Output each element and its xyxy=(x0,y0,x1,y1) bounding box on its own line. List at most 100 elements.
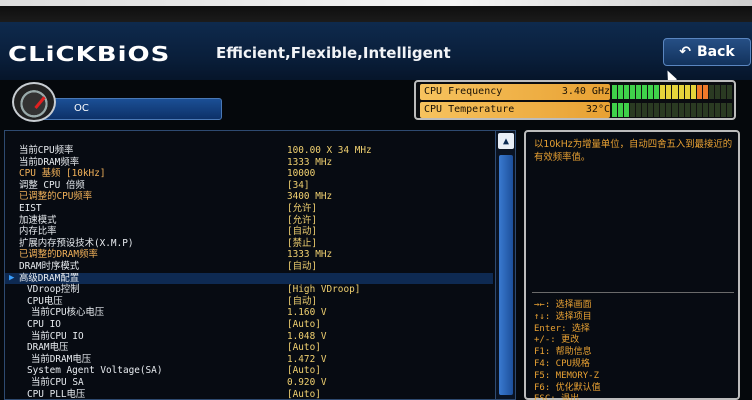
setting-row[interactable]: 已调整的DRAM频率 1333 MHz xyxy=(5,249,493,261)
setting-value: [34] xyxy=(287,179,310,191)
setting-row[interactable]: EIST [允许] xyxy=(5,203,493,215)
setting-name: 当前CPU频率 xyxy=(19,145,74,156)
setting-row[interactable]: 当前CPU IO 1.048 V xyxy=(5,331,493,343)
setting-row[interactable]: System Agent Voltage(SA) [Auto] xyxy=(5,365,493,377)
meter-segment xyxy=(720,85,726,99)
setting-value: [Auto] xyxy=(287,388,321,400)
setting-row[interactable]: 内存比率 [自动] xyxy=(5,226,493,238)
meter-segment xyxy=(678,85,684,99)
setting-row[interactable]: 当前DRAM电压 1.472 V xyxy=(5,354,493,366)
meter-segment xyxy=(666,103,672,117)
status-panel: CPU Frequency 3.40 GHz CPU Temperature 3… xyxy=(414,80,736,120)
key-hint: Enter: 选择 xyxy=(534,323,590,334)
setting-row[interactable]: 已调整的CPU频率 3400 MHz xyxy=(5,191,493,203)
setting-name: 当前CPU IO xyxy=(31,330,84,342)
meter-segment xyxy=(612,103,618,117)
key-hint: ESC: 退出 xyxy=(534,394,580,400)
setting-row[interactable]: DRAM时序模式 [自动] xyxy=(5,261,493,273)
setting-name: 扩展内存预设技术(X.M.P) xyxy=(19,237,134,249)
scrollbar[interactable]: ▲ xyxy=(495,131,515,399)
meter-segment xyxy=(660,85,666,99)
cpu-temperature-meter xyxy=(612,103,732,117)
setting-value: [Auto] xyxy=(287,342,321,354)
key-hint: F6: 优化默认值 xyxy=(534,382,601,393)
scrollbar-thumb[interactable] xyxy=(499,155,513,395)
setting-value: 1333 MHz xyxy=(287,249,333,261)
setting-name: 内存比率 xyxy=(19,226,57,238)
key-hint: F5: MEMORY-Z xyxy=(534,370,600,381)
setting-value: 1333 MHz xyxy=(287,156,333,168)
scroll-up-arrow-icon[interactable]: ▲ xyxy=(498,133,514,149)
setting-row[interactable]: 当前CPU频率 100.00 X 34 MHz xyxy=(5,145,493,157)
setting-value: [允许] xyxy=(287,214,318,226)
setting-value: 100.00 X 34 MHz xyxy=(287,145,372,156)
setting-name: DRAM时序模式 xyxy=(19,261,80,272)
meter-segment xyxy=(636,85,642,99)
setting-name: CPU电压 xyxy=(27,295,63,307)
setting-name: 调整 CPU 倍频 xyxy=(19,179,85,191)
meter-segment xyxy=(720,103,726,117)
tagline: Efficient,Flexible,Intelligent xyxy=(216,44,451,62)
setting-row[interactable]: 调整 CPU 倍频 [34] xyxy=(5,180,493,192)
meter-segment xyxy=(678,103,684,117)
setting-row[interactable]: 当前CPU核心电压 1.160 V xyxy=(5,307,493,319)
meter-segment xyxy=(714,103,720,117)
meter-segment xyxy=(672,85,678,99)
meter-segment xyxy=(654,103,660,117)
setting-value: [Auto] xyxy=(287,319,321,330)
setting-name: 当前DRAM电压 xyxy=(31,353,92,365)
setting-value: [自动] xyxy=(287,295,318,307)
meter-segment xyxy=(636,103,642,117)
setting-value: [High VDroop] xyxy=(287,284,361,296)
oc-menu-button[interactable]: OC xyxy=(4,82,222,124)
speedometer-icon xyxy=(12,82,56,122)
setting-value: [自动] xyxy=(287,261,318,272)
setting-name: 当前CPU核心电压 xyxy=(31,307,105,319)
meter-segment xyxy=(684,103,690,117)
setting-row[interactable]: CPU电压 [自动] xyxy=(5,296,493,308)
setting-name: CPU 基频 [10kHz] xyxy=(19,168,106,180)
cpu-temperature-row: CPU Temperature 32°C xyxy=(420,102,732,118)
key-hint: →←: 选择画面 xyxy=(534,300,592,310)
setting-row[interactable]: ▶ 高级DRAM配置 xyxy=(5,272,493,285)
setting-row[interactable]: VDroop控制 [High VDroop] xyxy=(5,284,493,296)
meter-segment xyxy=(696,103,702,117)
setting-name: System Agent Voltage(SA) xyxy=(27,365,163,377)
setting-row[interactable]: CPU 基频 [10kHz] 10000 xyxy=(5,168,493,180)
meter-segment xyxy=(702,85,708,99)
meter-segment xyxy=(648,85,654,99)
setting-row[interactable]: CPU PLL电压 [Auto] xyxy=(5,389,493,400)
setting-row[interactable]: CPU IO [Auto] xyxy=(5,319,493,331)
setting-name: CPU PLL电压 xyxy=(27,388,86,400)
meter-segment xyxy=(708,85,714,99)
setting-name: 高级DRAM配置 xyxy=(19,272,80,284)
clickbios-logo: CLiCKBiOS xyxy=(8,43,171,67)
key-hint: ↑↓: 选择项目 xyxy=(534,311,592,322)
meter-segment xyxy=(624,85,630,99)
oc-label: OC xyxy=(74,103,89,114)
meter-segment xyxy=(666,85,672,99)
help-panel: 以10kHz为增量单位，自动四舍五入到最接近的有效频率值。 →←: 选择画面 ↑↓… xyxy=(524,130,740,400)
setting-name: 已调整的DRAM频率 xyxy=(19,249,98,261)
setting-value: [允许] xyxy=(287,203,318,214)
meter-segment xyxy=(702,103,708,117)
setting-row[interactable]: 加速模式 [允许] xyxy=(5,215,493,227)
key-hint: +/-: 更改 xyxy=(534,335,580,346)
setting-name: CPU IO xyxy=(27,319,61,330)
back-button[interactable]: ↶ Back xyxy=(663,38,751,66)
cpu-frequency-meter xyxy=(612,85,732,99)
setting-row[interactable]: 扩展内存预设技术(X.M.P) [禁止] xyxy=(5,238,493,250)
meter-segment xyxy=(612,85,618,99)
meter-segment xyxy=(618,85,624,99)
cpu-temperature-value: 32°C xyxy=(585,104,610,115)
setting-name: 加速模式 xyxy=(19,214,57,226)
cpu-frequency-row: CPU Frequency 3.40 GHz xyxy=(420,84,732,100)
setting-row[interactable]: 当前CPU SA 0.920 V xyxy=(5,377,493,389)
setting-row[interactable]: 当前DRAM频率 1333 MHz xyxy=(5,157,493,169)
setting-value: [自动] xyxy=(287,226,318,238)
oc-bar xyxy=(32,98,222,120)
setting-row[interactable]: DRAM电压 [Auto] xyxy=(5,342,493,354)
speedometer-needle xyxy=(34,96,46,109)
setting-value: 1.472 V xyxy=(287,353,327,365)
help-divider xyxy=(532,292,734,293)
